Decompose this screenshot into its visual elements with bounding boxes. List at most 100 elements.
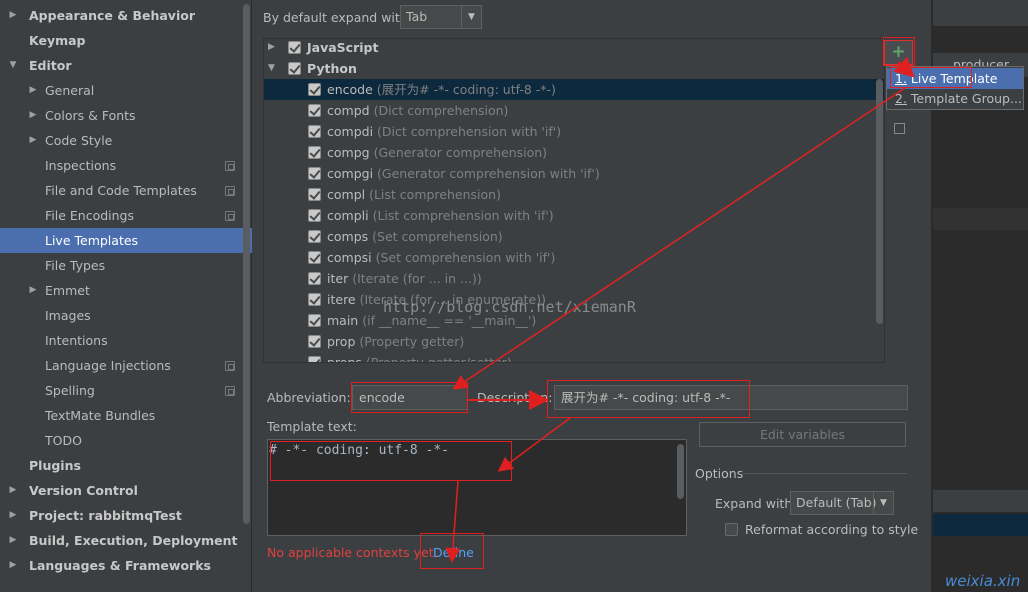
checkbox[interactable] — [288, 41, 301, 54]
template-abbrev: props — [327, 355, 362, 363]
group-name: JavaScript — [307, 40, 379, 55]
sidebar-item-label: File and Code Templates — [45, 183, 197, 198]
template-row[interactable]: compli (List comprehension with 'if') — [264, 205, 884, 226]
sidebar-item[interactable]: ▶ Version Control — [0, 478, 252, 503]
template-name: iter (Iterate (for ... in ...)) — [327, 268, 482, 289]
tree-group-row[interactable]: ▶ JavaScript — [264, 39, 884, 58]
checkbox[interactable] — [308, 356, 321, 362]
sidebar-item[interactable]: ▶ Emmet — [0, 278, 252, 303]
template-name: compsi (Set comprehension with 'if') — [327, 247, 555, 268]
bg-line — [933, 208, 1028, 230]
sidebar-item[interactable]: Inspections — [0, 153, 252, 178]
no-context-warning: No applicable contexts yet. — [267, 545, 438, 560]
sidebar-item[interactable]: ▶ Colors & Fonts — [0, 103, 252, 128]
watermark: http://blog.csdn.net/xiemanR — [383, 298, 636, 316]
checkbox[interactable] — [288, 62, 301, 75]
checkbox[interactable] — [308, 146, 321, 159]
sidebar-item[interactable]: File Encodings — [0, 203, 252, 228]
sidebar-item[interactable]: ▶ Code Style — [0, 128, 252, 153]
reformat-checkbox[interactable] — [725, 523, 738, 536]
expand-with-select[interactable]: Default (Tab) ▼ — [790, 491, 894, 515]
add-icon[interactable]: + — [884, 40, 913, 65]
template-description: (Generator comprehension) — [373, 145, 548, 160]
chevron-right-icon: ▶ — [9, 560, 17, 570]
sidebar-item[interactable]: Spelling — [0, 378, 252, 403]
tree-group-row[interactable]: ▼ Python — [264, 58, 884, 79]
settings-window: ▶ Appearance & Behavior Keymap ▼ Editor ▶ Gene… — [0, 0, 1028, 592]
checkbox[interactable] — [308, 230, 321, 243]
checkbox[interactable] — [308, 209, 321, 222]
checkbox[interactable] — [308, 314, 321, 327]
template-name: compli (List comprehension with 'if') — [327, 205, 554, 226]
settings-sidebar: ▶ Appearance & Behavior Keymap ▼ Editor ▶ Gene… — [0, 0, 252, 592]
abbreviation-input[interactable]: encode — [352, 385, 468, 410]
template-abbrev: iter — [327, 271, 349, 286]
checkbox[interactable] — [308, 251, 321, 264]
sidebar-item[interactable]: File Types — [0, 253, 252, 278]
popup-item[interactable]: 2. Template Group... — [887, 88, 1023, 109]
sidebar-item[interactable]: Language Injections — [0, 353, 252, 378]
sidebar-scrollbar[interactable] — [243, 4, 250, 524]
popup-item-label: Live Template — [906, 71, 998, 86]
checkbox[interactable] — [308, 125, 321, 138]
chevron-right-icon: ▶ — [29, 285, 37, 295]
template-row[interactable]: comps (Set comprehension) — [264, 226, 884, 247]
sidebar-item[interactable]: TODO — [0, 428, 252, 453]
sidebar-item[interactable]: ▶ Appearance & Behavior — [0, 3, 252, 28]
template-row[interactable]: props (Property getter/setter) — [264, 352, 884, 363]
project-scope-icon — [225, 211, 235, 221]
description-input[interactable]: 展开为# -*- coding: utf-8 -*- — [554, 385, 908, 410]
template-scrollbar[interactable] — [677, 444, 684, 499]
template-text-content: # -*- coding: utf-8 -*- — [269, 443, 450, 458]
define-link[interactable]: Define — [433, 545, 474, 560]
sidebar-item[interactable]: ▶ Project: rabbitmqTest — [0, 503, 252, 528]
template-row[interactable]: compgi (Generator comprehension with 'if… — [264, 163, 884, 184]
template-text-editor[interactable]: # -*- coding: utf-8 -*- — [267, 439, 687, 536]
template-abbrev: comps — [327, 229, 369, 244]
template-description: (Dict comprehension with 'if') — [377, 124, 562, 139]
template-name: compdi (Dict comprehension with 'if') — [327, 121, 561, 142]
sidebar-item[interactable]: ▶ General — [0, 78, 252, 103]
template-row[interactable]: compg (Generator comprehension) — [264, 142, 884, 163]
sidebar-item[interactable]: TextMate Bundles — [0, 403, 252, 428]
add-popup-menu: 1. Live Template 2. Template Group... — [886, 66, 1024, 110]
sidebar-item[interactable]: Intentions — [0, 328, 252, 353]
expand-default-select[interactable]: Tab ▼ — [400, 5, 482, 29]
template-row[interactable]: compd (Dict comprehension) — [264, 100, 884, 121]
chevron-right-icon: ▶ — [29, 135, 37, 145]
sidebar-item[interactable]: File and Code Templates — [0, 178, 252, 203]
sidebar-item-label: Keymap — [29, 33, 86, 48]
template-row[interactable]: prop (Property getter) — [264, 331, 884, 352]
live-templates-panel: By default expand with Tab ▼ ▶ JavaScript… — [253, 0, 925, 592]
checkbox[interactable] — [308, 272, 321, 285]
sidebar-item[interactable]: ▶ Languages & Frameworks — [0, 553, 252, 578]
sidebar-item[interactable]: ▶ Build, Execution, Deployment — [0, 528, 252, 553]
sidebar-item[interactable]: ▼ Editor — [0, 53, 252, 78]
template-abbrev: encode — [327, 82, 373, 97]
sidebar-item[interactable]: Keymap — [0, 28, 252, 53]
checkbox[interactable] — [308, 293, 321, 306]
template-row[interactable]: iter (Iterate (for ... in ...)) — [264, 268, 884, 289]
sidebar-item[interactable]: Plugins — [0, 453, 252, 478]
reformat-label: Reformat according to style — [745, 522, 919, 537]
popup-item[interactable]: 1. Live Template — [887, 68, 1023, 89]
template-description: (Property getter/setter) — [365, 355, 512, 363]
edit-variables-button[interactable]: Edit variables — [699, 422, 906, 447]
checkbox[interactable] — [308, 83, 321, 96]
template-row[interactable]: encode (展开为# -*- coding: utf-8 -*-) — [264, 79, 884, 100]
copy-icon[interactable] — [894, 123, 905, 134]
chevron-right-icon[interactable]: ▶ — [268, 39, 275, 58]
sidebar-item[interactable]: Live Templates — [0, 228, 252, 253]
template-row[interactable]: compl (List comprehension) — [264, 184, 884, 205]
checkbox[interactable] — [308, 104, 321, 117]
tree-scrollbar[interactable] — [876, 79, 883, 324]
checkbox[interactable] — [308, 335, 321, 348]
checkbox[interactable] — [308, 167, 321, 180]
template-row[interactable]: compsi (Set comprehension with 'if') — [264, 247, 884, 268]
chevron-right-icon: ▶ — [29, 110, 37, 120]
chevron-down-icon[interactable]: ▼ — [268, 58, 275, 79]
template-row[interactable]: compdi (Dict comprehension with 'if') — [264, 121, 884, 142]
sidebar-item[interactable]: Images — [0, 303, 252, 328]
checkbox[interactable] — [308, 188, 321, 201]
chevron-right-icon: ▶ — [29, 85, 37, 95]
